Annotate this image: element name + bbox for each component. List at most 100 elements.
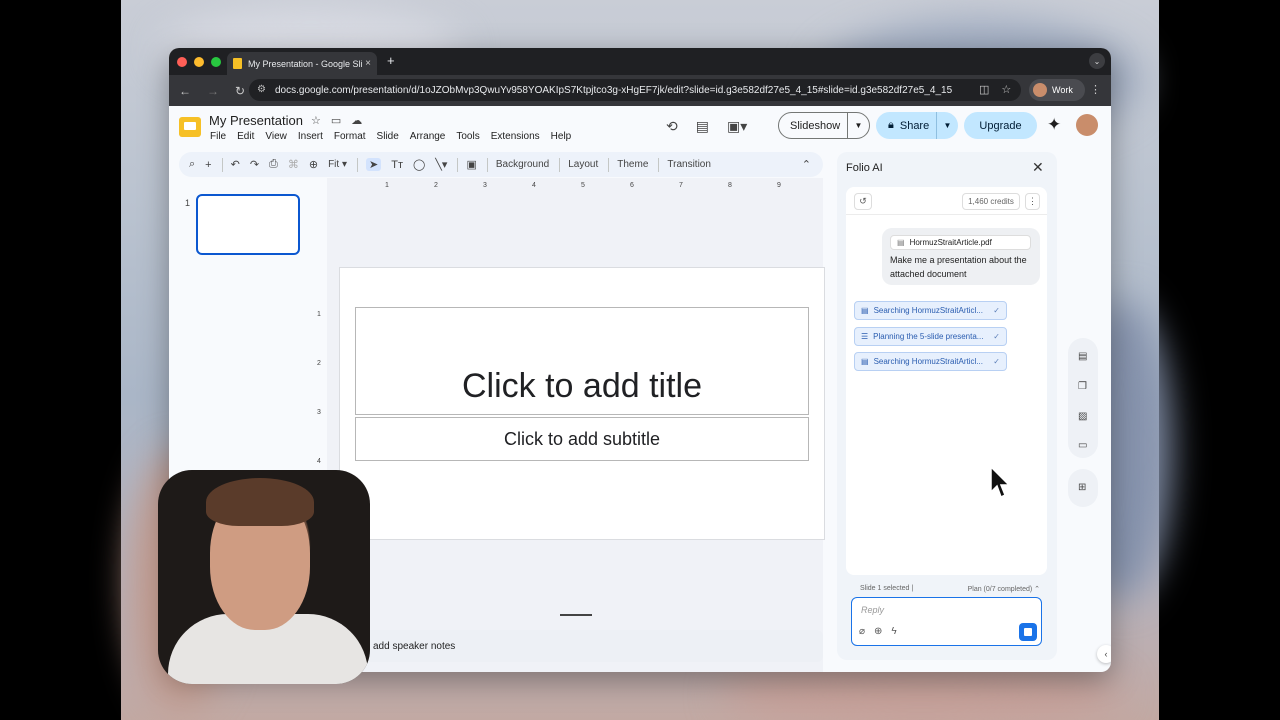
document-title[interactable]: My Presentation — [209, 113, 303, 128]
select-tool-icon[interactable]: ➤ — [366, 158, 382, 171]
menu-help[interactable]: Help — [551, 131, 572, 142]
cloud-status-icon[interactable]: ☁ — [351, 114, 362, 127]
tab-search-button[interactable]: ⌄ — [1089, 53, 1105, 69]
zoom-select[interactable]: Fit ▾ — [328, 159, 347, 170]
back-icon[interactable]: ← — [179, 84, 191, 98]
comments-icon[interactable]: ▤ — [696, 118, 709, 135]
user-avatar[interactable] — [1076, 114, 1098, 136]
title-placeholder[interactable]: Click to add title — [355, 307, 809, 415]
tab-close-icon[interactable]: × — [365, 58, 371, 69]
slide-number: 1 — [185, 198, 191, 208]
move-folder-icon[interactable]: ▭ — [331, 114, 341, 127]
ruler-tick: 2 — [434, 182, 438, 189]
browser-tab[interactable]: My Presentation - Google Sli × — [227, 52, 377, 75]
gemini-sparkle-icon[interactable]: ✦ — [1047, 115, 1061, 135]
slide-thumbnail[interactable] — [196, 194, 300, 255]
slides-logo-icon[interactable] — [179, 117, 201, 137]
comment-icon[interactable]: ▣ — [466, 158, 476, 171]
upgrade-button[interactable]: Upgrade — [964, 112, 1037, 139]
step-item[interactable]: ▤ Searching HormuzStraitArticl... ✓ — [854, 352, 1007, 371]
bookmark-star-icon[interactable]: ☆ — [1001, 83, 1011, 96]
attachment-chip[interactable]: ▤ HormuzStraitArticle.pdf — [890, 235, 1031, 250]
reply-placeholder: Reply — [861, 605, 885, 615]
plan-status[interactable]: Plan (0/7 completed) ⌃ — [968, 585, 1040, 593]
slides-header: My Presentation ☆ ▭ ☁ File Edit View Ins… — [169, 106, 1111, 150]
maximize-window-button[interactable] — [211, 56, 221, 67]
browser-menu-icon[interactable]: ⋮ — [1090, 83, 1101, 96]
line-icon[interactable]: ╲▾ — [435, 158, 447, 171]
refresh-icon[interactable]: ↺ — [854, 193, 872, 210]
lock-icon: 🔒︎ — [888, 119, 894, 131]
star-icon[interactable]: ☆ — [311, 114, 321, 127]
copy-icon[interactable]: ❐ — [1078, 381, 1087, 392]
slideshow-dropdown-icon[interactable]: ▼ — [847, 113, 869, 138]
share-button[interactable]: 🔒︎ Share ▼ — [876, 112, 958, 139]
profile-chip[interactable]: Work — [1029, 79, 1085, 101]
share-dropdown-icon[interactable]: ▼ — [936, 112, 958, 139]
check-icon: ✓ — [993, 332, 1000, 341]
vertical-ruler: 1 2 3 4 — [315, 266, 327, 466]
image-icon[interactable]: ▨ — [1078, 411, 1087, 422]
notes-panel-icon[interactable]: ▤ — [1078, 351, 1087, 362]
step-item[interactable]: ☰ Planning the 5-slide presenta... ✓ — [854, 327, 1007, 346]
menu-file[interactable]: File — [210, 131, 226, 142]
theme-button[interactable]: Theme — [617, 159, 648, 170]
title-placeholder-text: Click to add title — [462, 367, 702, 405]
webcam-overlay — [158, 470, 370, 684]
meet-camera-icon[interactable]: ▣▾ — [727, 118, 747, 135]
check-icon: ✓ — [993, 306, 1000, 315]
slideshow-label: Slideshow — [790, 119, 841, 132]
transition-button[interactable]: Transition — [667, 159, 711, 170]
notes-resize-handle[interactable] — [560, 614, 592, 616]
menu-insert[interactable]: Insert — [298, 131, 323, 142]
search-menus-icon[interactable]: ⌕ — [189, 158, 195, 171]
new-tab-button[interactable]: + — [387, 53, 395, 68]
minimize-window-button[interactable] — [194, 56, 204, 67]
menu-tools[interactable]: Tools — [456, 131, 479, 142]
globe-icon[interactable]: ⊕ — [874, 626, 882, 637]
google-lens-icon[interactable]: ◫ — [979, 83, 989, 96]
menu-arrange[interactable]: Arrange — [410, 131, 446, 142]
attach-icon[interactable]: ⌀ — [859, 626, 865, 637]
zoom-icon[interactable]: ⊕ — [309, 158, 318, 171]
undo-icon[interactable]: ↶ — [231, 158, 240, 171]
window-controls — [177, 56, 221, 67]
menu-extensions[interactable]: Extensions — [491, 131, 540, 142]
paint-format-icon[interactable]: ⌘ — [288, 158, 299, 171]
reload-icon[interactable]: ↻ — [235, 84, 245, 98]
menu-edit[interactable]: Edit — [237, 131, 254, 142]
toolbar-divider — [559, 157, 561, 172]
menu-view[interactable]: View — [265, 131, 287, 142]
close-window-button[interactable] — [177, 56, 187, 67]
text-box-icon[interactable]: Tт — [391, 159, 403, 171]
menu-format[interactable]: Format — [334, 131, 366, 142]
add-on-icon[interactable]: ⊞ — [1078, 482, 1086, 493]
layout-button[interactable]: Layout — [568, 159, 598, 170]
collapse-panel-icon[interactable]: ‹ — [1097, 645, 1111, 663]
address-toolbar: ← → ↻ ⚙ docs.google.com/presentation/d/1… — [169, 75, 1111, 106]
version-history-icon[interactable]: ⟲ — [666, 118, 678, 135]
background-button[interactable]: Background — [496, 159, 549, 170]
slideshow-button[interactable]: Slideshow ▼ — [778, 112, 870, 139]
close-icon[interactable]: ✕ — [1032, 159, 1044, 176]
ruler-tick: 6 — [630, 182, 634, 189]
more-options-icon[interactable]: ⋮ — [1025, 193, 1040, 210]
menu-slide[interactable]: Slide — [377, 131, 399, 142]
ruler-tick: 4 — [532, 182, 536, 189]
step-item[interactable]: ▤ Searching HormuzStraitArticl... ✓ — [854, 301, 1007, 320]
collapse-toolbar-icon[interactable]: ⌃ — [802, 158, 811, 171]
site-info-icon[interactable]: ⚙ — [257, 84, 266, 95]
redo-icon[interactable]: ↷ — [250, 158, 259, 171]
ruler-tick: 1 — [385, 182, 389, 189]
url-bar[interactable]: ⚙ docs.google.com/presentation/d/1oJZObM… — [249, 79, 1021, 101]
new-slide-icon[interactable]: + — [205, 159, 211, 171]
forward-icon[interactable]: → — [207, 84, 219, 98]
shape-icon[interactable]: ◯ — [413, 158, 425, 171]
print-icon[interactable]: ⎙ — [269, 158, 278, 171]
stop-button[interactable] — [1019, 623, 1037, 641]
lightning-icon[interactable]: ϟ — [891, 626, 896, 637]
speaker-notes[interactable]: add speaker notes — [357, 630, 823, 662]
toolbar-divider — [457, 157, 459, 172]
folder-icon[interactable]: ▭ — [1078, 440, 1087, 451]
subtitle-placeholder[interactable]: Click to add subtitle — [355, 417, 809, 461]
